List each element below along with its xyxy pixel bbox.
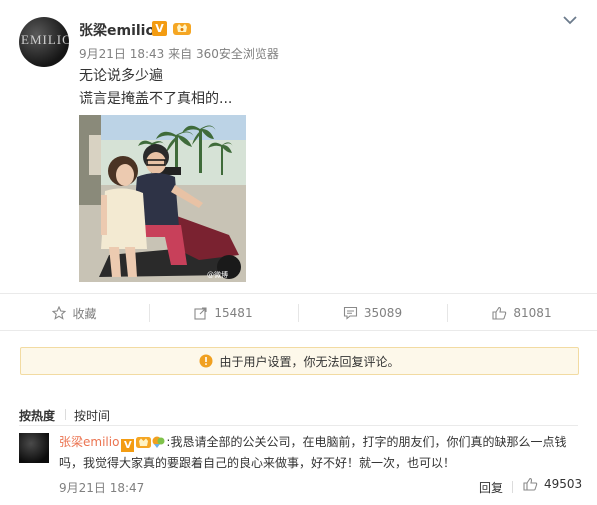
comment-icon — [343, 306, 357, 320]
divider — [19, 425, 578, 426]
comment-time: 9月21日 18:47 — [59, 481, 145, 495]
repost-count: 15481 — [214, 306, 253, 320]
vip-crown-icon — [136, 436, 165, 448]
post-text-line: 谎言是掩盖不了真相的... — [79, 91, 233, 107]
comment-text: :我恳请全部的公关公司，在电脑前，打字的朋友们，你们真的缺那么一点钱吗，我觉得大… — [59, 435, 567, 470]
comment-count: 35089 — [363, 306, 403, 320]
comment-avatar[interactable] — [19, 433, 49, 463]
comment-item: 张梁emilio V:我恳请全部的公关公司，在电脑前，打字的朋友们，你们真的缺那么… — [59, 432, 581, 474]
favorite-button[interactable]: 收藏 — [0, 294, 149, 332]
thumbs-up-icon — [523, 477, 538, 491]
thumbs-up-icon — [492, 306, 507, 320]
notice-text: 由于用户设置，你无法回复评论。 — [219, 354, 400, 369]
post-photo[interactable]: @微博 — [79, 115, 246, 282]
avatar-text: EMILIO — [21, 32, 69, 47]
avatar[interactable]: EMILIO — [19, 17, 69, 67]
action-bar: 收藏 15481 35089 81081 — [0, 293, 597, 331]
comment-button[interactable]: 35089 — [298, 294, 447, 332]
comment-author[interactable]: 张梁emilio — [59, 435, 119, 449]
post-meta: 9月21日 18:43 来自 360安全浏览器 — [79, 45, 279, 62]
favorite-label: 收藏 — [72, 306, 97, 321]
tab-divider — [65, 409, 66, 420]
reply-restricted-notice: 由于用户设置，你无法回复评论。 — [20, 347, 579, 375]
photo-watermark: @微博 — [207, 270, 228, 279]
verified-badge-icon: V — [121, 439, 135, 452]
repost-icon — [194, 307, 207, 320]
tab-sort-by-hot[interactable]: 按热度 — [19, 407, 55, 424]
warning-icon — [199, 354, 213, 368]
weibo-post: EMILIO 张梁emilio V 9月21日 18:43 来自 360安全浏览… — [0, 0, 597, 505]
comment-like-button[interactable]: 49503 — [523, 477, 582, 491]
reply-link[interactable]: 回复 — [479, 479, 503, 496]
tab-sort-by-time[interactable]: 按时间 — [74, 407, 110, 424]
like-button[interactable]: 81081 — [447, 294, 597, 332]
chevron-down-icon[interactable] — [562, 14, 578, 26]
star-icon — [52, 306, 67, 320]
repost-button[interactable]: 15481 — [149, 294, 298, 332]
like-count: 81081 — [513, 306, 552, 320]
post-source: 来自 360安全浏览器 — [168, 47, 279, 61]
comment-like-count: 49503 — [544, 477, 583, 491]
vip-crown-icon — [173, 23, 191, 35]
verified-badge-icon: V — [152, 21, 167, 36]
comment-action-divider — [512, 481, 513, 493]
post-date[interactable]: 9月21日 18:43 — [79, 47, 164, 61]
author-name[interactable]: 张梁emilio — [79, 20, 155, 40]
post-text-line: 无论说多少遍 — [79, 68, 163, 84]
